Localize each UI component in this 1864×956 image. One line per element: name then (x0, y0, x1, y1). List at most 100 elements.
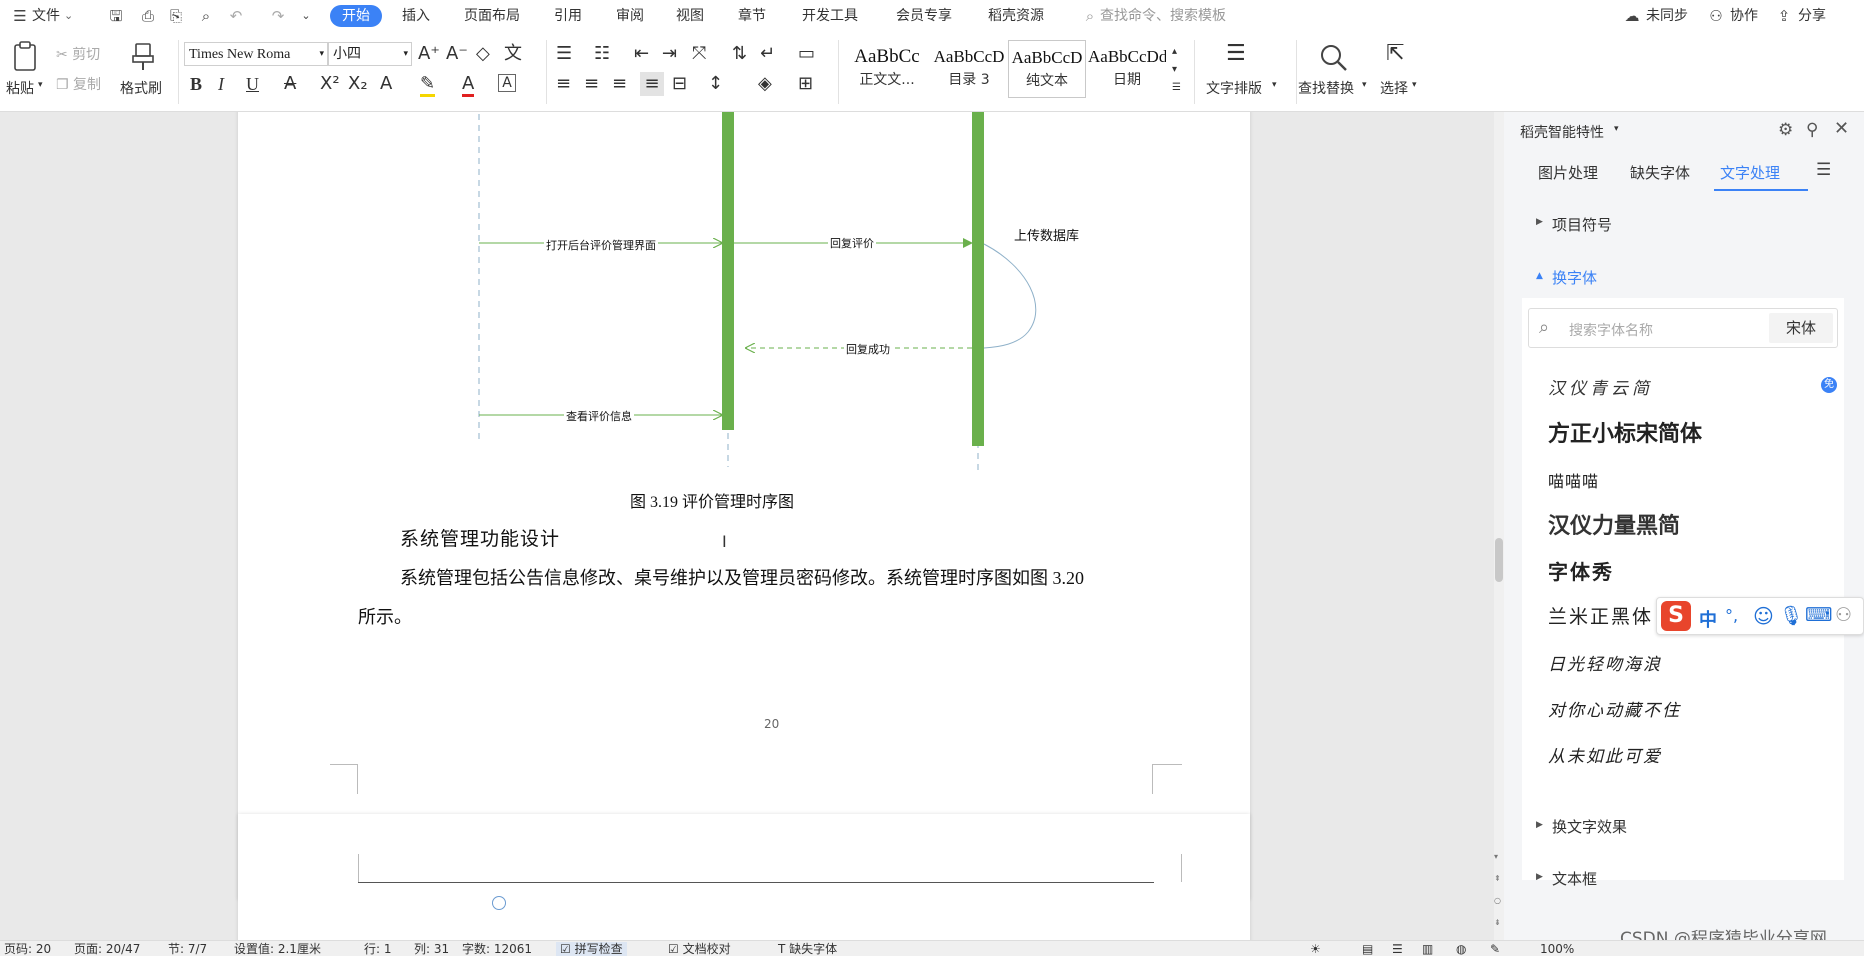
section-bullets[interactable]: 项目符号 (1552, 214, 1612, 235)
prev-page-icon[interactable]: ⇞ (1494, 874, 1501, 883)
ime-voice-icon[interactable]: 🎙 (1779, 604, 1803, 627)
status-words[interactable]: 字数: 12061 (462, 942, 532, 956)
font-search-input[interactable]: 搜索字体名称 (1569, 320, 1653, 340)
font-item[interactable]: 对你心动藏不住 (1548, 696, 1681, 721)
shading-icon[interactable]: ◈ (758, 74, 772, 94)
collab-button[interactable]: 协作 (1730, 5, 1758, 27)
decrease-font-icon[interactable]: A⁻ (446, 44, 468, 64)
style-date[interactable]: AaBbCcDd 日期 (1088, 40, 1166, 98)
cut-button[interactable]: ✂ 剪切 (56, 44, 100, 64)
scroll-down-icon[interactable]: ▾ (1494, 852, 1498, 861)
status-page[interactable]: 页码: 20 (4, 942, 51, 956)
print-preview-icon[interactable]: ⌕ (196, 6, 216, 26)
panel-title-dropdown-icon[interactable]: ▾ (1614, 124, 1619, 134)
char-border-icon[interactable]: A (498, 74, 516, 92)
font-item[interactable]: 汉仪青云简 (1548, 374, 1653, 399)
expand-arrow-icon[interactable]: ▶ (1536, 820, 1543, 830)
font-item[interactable]: 从未如此可爱 (1548, 742, 1662, 767)
share-button[interactable]: 分享 (1798, 5, 1826, 27)
close-icon[interactable]: ✕ (1834, 118, 1849, 139)
tab-home[interactable]: 开始 (330, 5, 382, 27)
italic-icon[interactable]: I (218, 74, 224, 94)
copy-button[interactable]: ❐ 复制 (56, 74, 101, 94)
ime-punctuation-toggle[interactable]: °, (1725, 606, 1738, 625)
quick-access-more-icon[interactable]: ⌄ (296, 6, 316, 26)
font-search-box[interactable]: ⌕ 搜索字体名称 宋体 (1528, 308, 1838, 348)
text-layout-icon[interactable]: ☰ (1226, 43, 1246, 65)
ime-toolbox-icon[interactable]: ⚇ (1835, 604, 1852, 626)
status-section[interactable]: 节: 7/7 (168, 942, 207, 956)
panel-title[interactable]: 稻壳智能特性 (1520, 122, 1604, 142)
font-item[interactable]: 兰米正黑体 (1548, 602, 1653, 629)
align-center-icon[interactable]: ≡ (584, 74, 599, 94)
tab-docer[interactable]: 稻壳资源 (988, 5, 1044, 27)
reading-view-icon[interactable]: ▥ (1422, 942, 1433, 956)
eye-protect-icon[interactable]: ☀ (1310, 942, 1321, 956)
status-row[interactable]: 行: 1 (364, 942, 392, 956)
tab-member[interactable]: 会员专享 (896, 5, 952, 27)
format-painter-icon[interactable] (128, 40, 158, 72)
missing-font-button[interactable]: T 缺失字体 (778, 942, 837, 956)
clear-format-icon[interactable]: ◇ (476, 44, 490, 64)
page-view-icon[interactable]: ▤ (1362, 942, 1373, 956)
print-icon[interactable]: ⎘ (166, 6, 186, 26)
spell-check-button[interactable]: ☑ 拼写检查 (556, 942, 627, 956)
export-pdf-icon[interactable]: ⎙ (138, 6, 158, 26)
zoom-level[interactable]: 100% (1540, 942, 1574, 956)
paste-dropdown-icon[interactable]: ▾ (38, 80, 43, 90)
bold-icon[interactable]: B (190, 74, 202, 94)
styles-more-icon[interactable]: ☰ (1172, 78, 1181, 98)
section-textbox[interactable]: 文本框 (1552, 868, 1597, 889)
borders-icon[interactable]: ⊞ (798, 74, 813, 94)
ime-toolbar[interactable]: S 中 °, ☺ 🎙 ⌨ ⚇ (1656, 597, 1864, 635)
tab-developer[interactable]: 开发工具 (802, 5, 858, 27)
tab-page-layout[interactable]: 页面布局 (464, 5, 520, 27)
increase-font-icon[interactable]: A⁺ (418, 44, 440, 64)
sogou-logo-icon[interactable]: S (1661, 601, 1691, 631)
text-layout-dropdown-icon[interactable]: ▾ (1272, 80, 1277, 90)
select-button[interactable]: 选择 (1380, 78, 1408, 98)
paste-label[interactable]: 粘贴 (6, 78, 34, 98)
tab-chapter[interactable]: 章节 (738, 5, 766, 27)
highlight-icon[interactable]: ✎ (420, 74, 436, 97)
vertical-scrollbar[interactable]: ▾ ⇞ ○ ⇟ (1494, 112, 1504, 940)
expand-arrow-icon[interactable]: ▶ (1536, 872, 1543, 882)
file-chevron-icon[interactable]: ⌄ (64, 5, 73, 27)
text-layout-button[interactable]: 文字排版 (1206, 78, 1262, 98)
underline-icon[interactable]: U (246, 74, 259, 94)
ime-language-toggle[interactable]: 中 (1699, 606, 1717, 632)
superscript-icon[interactable]: X² (320, 74, 340, 94)
status-setting[interactable]: 设置值: 2.1厘米 (234, 942, 321, 956)
tab-insert[interactable]: 插入 (402, 5, 430, 27)
find-replace-dropdown-icon[interactable]: ▾ (1362, 80, 1367, 90)
body-paragraph-line1[interactable]: 系统管理包括公告信息修改、桌号维护以及管理员密码修改。系统管理时序图如图 3.2… (400, 564, 1084, 590)
font-name-combo[interactable]: Times New Roma ▾ (184, 42, 328, 66)
increase-indent-icon[interactable]: ⇥ (662, 44, 677, 64)
align-right-icon[interactable]: ≡ (612, 74, 627, 94)
distributed-icon[interactable]: ⊟ (672, 74, 687, 94)
tab-references[interactable]: 引用 (554, 5, 582, 27)
body-paragraph-line2[interactable]: 所示。 (358, 603, 412, 629)
file-menu[interactable]: 文件 (32, 5, 60, 27)
section-text-effect[interactable]: 换文字效果 (1552, 816, 1627, 837)
strikethrough-icon[interactable]: A (284, 74, 296, 94)
scrollbar-thumb[interactable] (1495, 538, 1503, 582)
tab-view[interactable]: 视图 (676, 5, 704, 27)
font-item[interactable]: 日光轻吻海浪 (1548, 650, 1662, 675)
ruler-icon[interactable]: ▭ (798, 44, 815, 64)
select-browse-icon[interactable]: ○ (1494, 896, 1501, 905)
styles-scroll-up-icon[interactable]: ▴ (1172, 42, 1177, 62)
font-item[interactable]: 喵喵喵 (1548, 468, 1599, 492)
tab-missing-fonts[interactable]: 缺失字体 (1630, 162, 1690, 183)
section-change-font[interactable]: 换字体 (1552, 267, 1597, 288)
decrease-indent-icon[interactable]: ⇤ (634, 44, 649, 64)
font-item[interactable]: 方正小标宋简体 (1548, 416, 1702, 448)
style-toc3[interactable]: AaBbCcD 目录 3 (930, 40, 1008, 98)
chinese-layout-icon[interactable]: ⤧ (692, 44, 706, 64)
bullet-list-icon[interactable]: ☰ (556, 44, 572, 64)
tab-image-processing[interactable]: 图片处理 (1538, 162, 1598, 183)
pin-icon[interactable]: ⚲ (1806, 120, 1818, 140)
save-icon[interactable]: 🖫 (106, 6, 126, 26)
styles-scroll-down-icon[interactable]: ▾ (1172, 60, 1177, 80)
command-search-input[interactable]: 查找命令、搜索模板 (1100, 5, 1226, 27)
